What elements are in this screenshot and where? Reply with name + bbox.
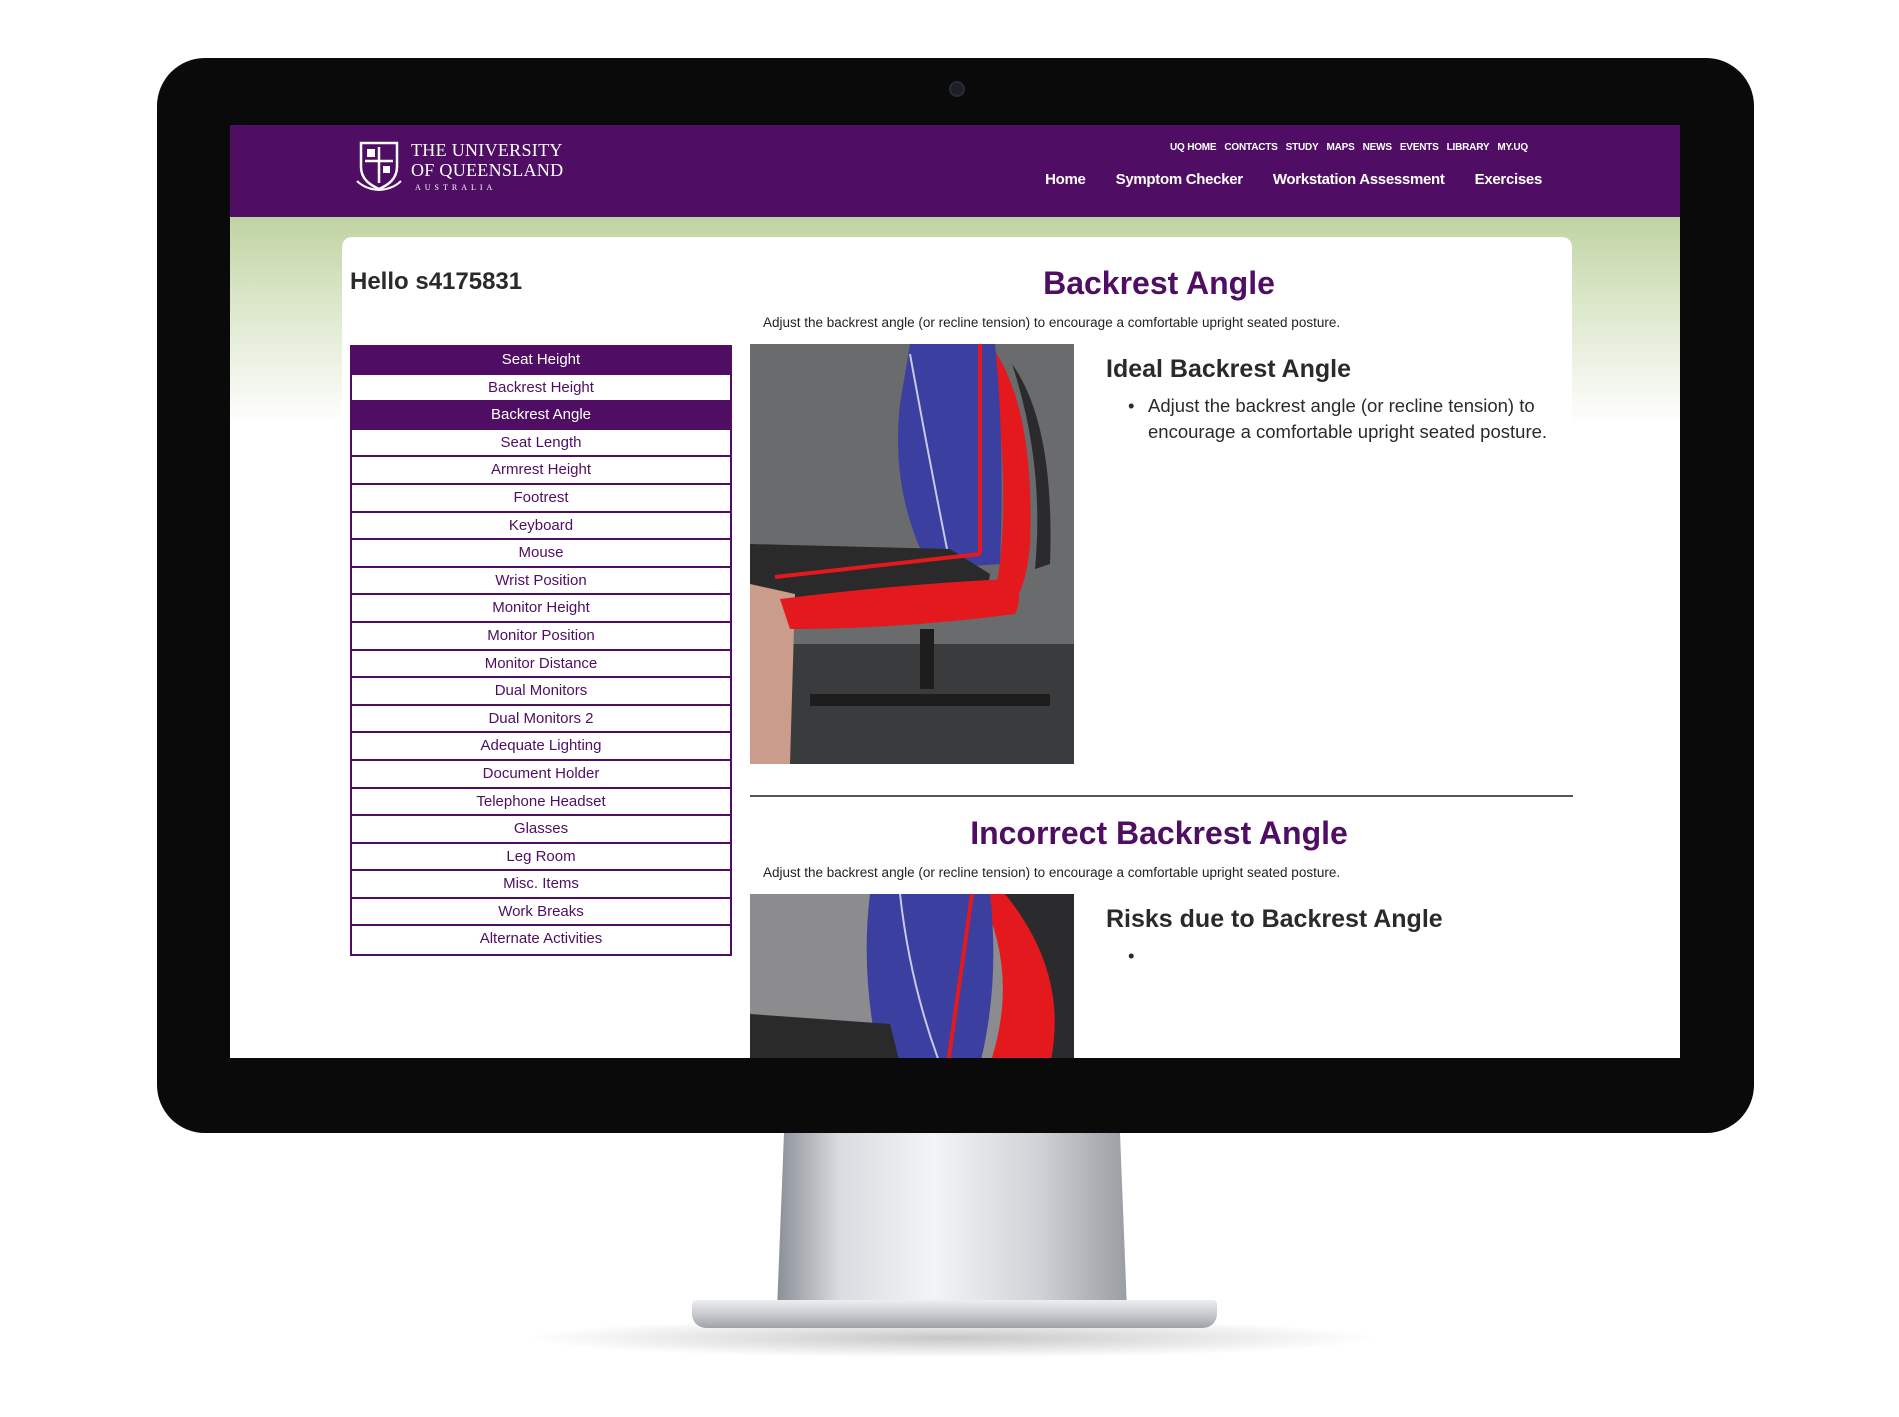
util-link-study[interactable]: STUDY bbox=[1286, 142, 1319, 153]
menu-item-wrist-position[interactable]: Wrist Position bbox=[352, 568, 730, 596]
menu-item-seat-height[interactable]: Seat Height bbox=[352, 347, 730, 375]
ideal-posture-illustration bbox=[750, 344, 1074, 764]
menu-item-monitor-distance[interactable]: Monitor Distance bbox=[352, 651, 730, 679]
ideal-bullet: Adjust the backrest angle (or recline te… bbox=[1128, 393, 1578, 445]
ideal-heading: Ideal Backrest Angle bbox=[1106, 355, 1352, 383]
menu-item-armrest-height[interactable]: Armrest Height bbox=[352, 457, 730, 485]
incorrect-posture-photo bbox=[750, 894, 1074, 1058]
incorrect-posture-illustration bbox=[750, 894, 1074, 1058]
menu-item-keyboard[interactable]: Keyboard bbox=[352, 513, 730, 541]
util-link-contacts[interactable]: CONTACTS bbox=[1224, 142, 1277, 153]
menu-item-leg-room[interactable]: Leg Room bbox=[352, 844, 730, 872]
util-link-news[interactable]: NEWS bbox=[1363, 142, 1392, 153]
menu-item-misc-items[interactable]: Misc. Items bbox=[352, 871, 730, 899]
menu-item-mouse[interactable]: Mouse bbox=[352, 540, 730, 568]
camera-icon bbox=[951, 83, 963, 95]
monitor-stand bbox=[777, 1133, 1127, 1310]
logo-line1: THE UNIVERSITY bbox=[411, 140, 563, 160]
menu-item-glasses[interactable]: Glasses bbox=[352, 816, 730, 844]
screen: THE UNIVERSITY OF QUEENSLAND AUSTRALIA U… bbox=[230, 125, 1680, 1058]
section-divider bbox=[750, 795, 1573, 797]
risks-heading: Risks due to Backrest Angle bbox=[1106, 905, 1443, 933]
menu-item-footrest[interactable]: Footrest bbox=[352, 485, 730, 513]
menu-item-monitor-position[interactable]: Monitor Position bbox=[352, 623, 730, 651]
nav-home[interactable]: Home bbox=[1045, 171, 1086, 188]
menu-item-telephone-headset[interactable]: Telephone Headset bbox=[352, 789, 730, 817]
incorrect-description: Adjust the backrest angle (or recline te… bbox=[763, 865, 1341, 880]
side-menu: Seat Height Backrest Height Backrest Ang… bbox=[350, 345, 732, 957]
uq-logo[interactable]: THE UNIVERSITY OF QUEENSLAND AUSTRALIA bbox=[355, 133, 563, 193]
menu-item-alternate-activities[interactable]: Alternate Activities bbox=[352, 926, 730, 954]
menu-item-dual-monitors-2[interactable]: Dual Monitors 2 bbox=[352, 706, 730, 734]
site-header: THE UNIVERSITY OF QUEENSLAND AUSTRALIA U… bbox=[230, 125, 1680, 217]
util-link-myuq[interactable]: MY.UQ bbox=[1497, 142, 1528, 153]
menu-item-backrest-height[interactable]: Backrest Height bbox=[352, 375, 730, 403]
incorrect-title: Incorrect Backrest Angle bbox=[970, 815, 1348, 851]
nav-symptom-checker[interactable]: Symptom Checker bbox=[1116, 171, 1244, 188]
menu-item-document-holder[interactable]: Document Holder bbox=[352, 761, 730, 789]
menu-item-dual-monitors[interactable]: Dual Monitors bbox=[352, 678, 730, 706]
main-nav: Home Symptom Checker Workstation Assessm… bbox=[1045, 171, 1542, 188]
logo-line2: OF QUEENSLAND bbox=[411, 160, 564, 180]
menu-item-monitor-height[interactable]: Monitor Height bbox=[352, 595, 730, 623]
nav-exercises[interactable]: Exercises bbox=[1475, 171, 1543, 188]
nav-workstation-assessment[interactable]: Workstation Assessment bbox=[1273, 171, 1445, 188]
greeting: Hello s4175831 bbox=[350, 268, 523, 295]
monitor-stand-base bbox=[692, 1300, 1217, 1328]
util-link-maps[interactable]: MAPS bbox=[1327, 142, 1355, 153]
ideal-posture-photo bbox=[750, 344, 1074, 764]
utility-nav: UQ HOME CONTACTS STUDY MAPS NEWS EVENTS … bbox=[1170, 142, 1528, 153]
util-link-uq-home[interactable]: UQ HOME bbox=[1170, 142, 1217, 153]
crest-icon bbox=[356, 141, 402, 191]
util-link-library[interactable]: LIBRARY bbox=[1447, 142, 1490, 153]
menu-item-adequate-lighting[interactable]: Adequate Lighting bbox=[352, 733, 730, 761]
menu-item-seat-length[interactable]: Seat Length bbox=[352, 430, 730, 458]
menu-item-work-breaks[interactable]: Work Breaks bbox=[352, 899, 730, 927]
util-link-events[interactable]: EVENTS bbox=[1400, 142, 1439, 153]
page-description: Adjust the backrest angle (or recline te… bbox=[763, 315, 1341, 330]
page-title: Backrest Angle bbox=[1043, 265, 1275, 301]
logo-line3: AUSTRALIA bbox=[415, 183, 497, 192]
menu-item-backrest-angle[interactable]: Backrest Angle bbox=[352, 402, 730, 430]
